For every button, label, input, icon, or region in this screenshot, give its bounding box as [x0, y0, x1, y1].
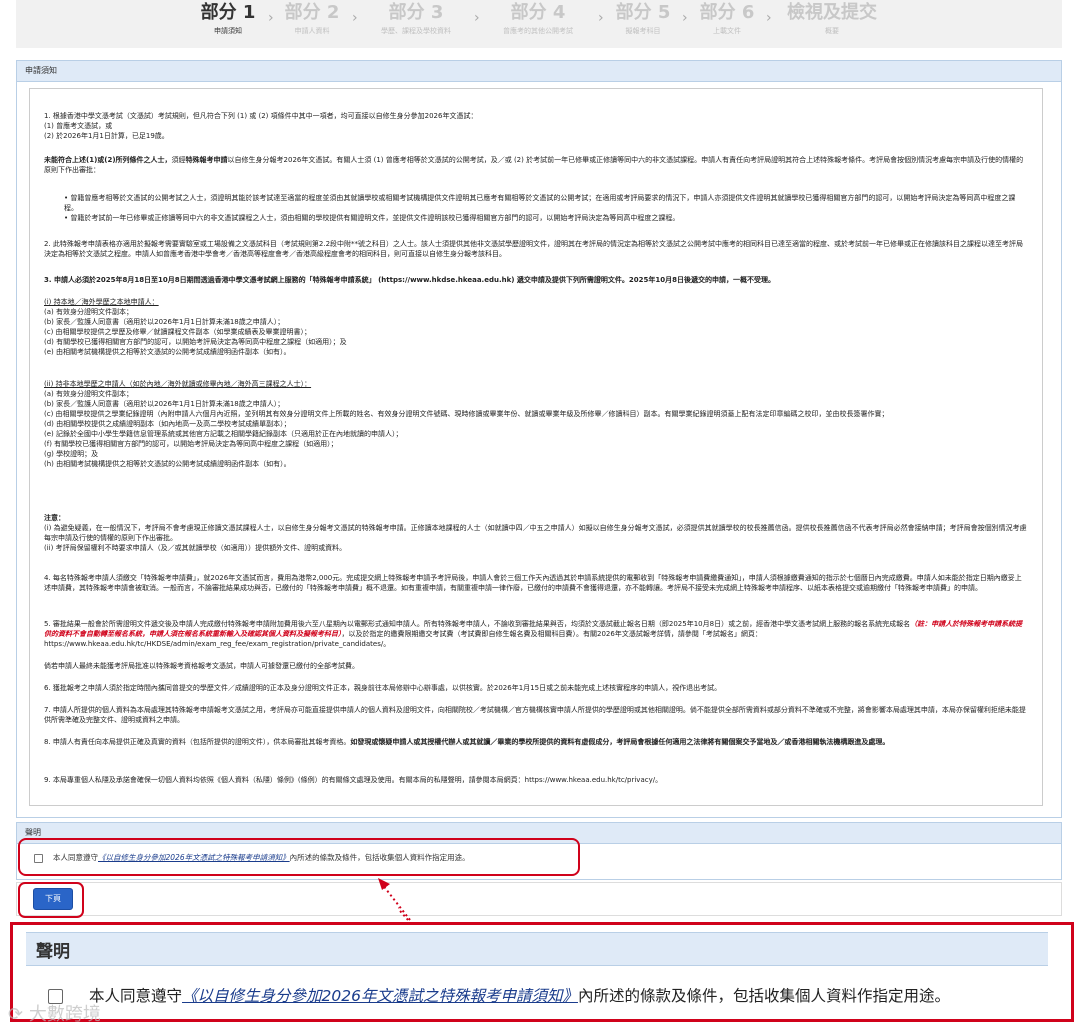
notice-text: (i) 為避免疑義，在一般情況下，考評局不會考慮現正修讀文憑試課程人士，以自修生…	[44, 524, 1027, 542]
zoom-header: 聲明	[36, 942, 70, 962]
chevron-right-icon: ›	[598, 10, 604, 26]
step-subtitle: 上載文件	[713, 27, 741, 35]
step-review[interactable]: 檢視及提交 概要	[782, 2, 882, 36]
notice-content: 1. 根據香港中學文憑考試（文憑試）考試規則，但凡符合下列 (1) 或 (2) …	[29, 88, 1043, 806]
notice-text: 須經	[171, 156, 186, 164]
next-page-button[interactable]: 下頁	[33, 888, 73, 910]
chevron-right-icon: ›	[352, 10, 358, 26]
notice-text: 9. 本局專重個人私隱及承諾會確保一切個人資料均依照《個人資料（私隱）條例》(條…	[44, 776, 663, 784]
notice-text: (c) 由相關學校提供之學業紀錄證明（內附申請人六個月內近照，並列明其有效身分證…	[44, 410, 889, 418]
notice-text: (g) 學校證明；及	[44, 450, 99, 458]
notice-text: (b) 家長／監護人同意書（適用於以2026年1月1日計算未滿18歲之申請人）；	[44, 400, 285, 408]
notice-item-8: 8. 申請人有責任向本局提供正確及真實的資料（包括所提供的證明文件），供本局審批…	[44, 737, 1028, 747]
notice-item-2: 2. 此特殊報考申請表格亦適用於擬報考需要實驗室或工場設備之文憑試科目（考試規則…	[44, 239, 1028, 259]
watermark-text: 大數跨境	[28, 1004, 101, 1025]
notice-item-3: 3. 申請人必須於2025年8月18日至10月8日期間透過香港中學文憑考試網上服…	[44, 275, 1028, 285]
notice-link[interactable]: 《以自修生身分參加2026年文憑試之特殊報考申請須知》	[98, 853, 290, 862]
notice-text: (h) 由相關考試機構提供之相等於文憑試的公開考試成績證明函件副本（如有）。	[44, 460, 291, 468]
notice-text: (d) 有關學校已獲得相關官方部門的認可，以開始考評局決定為等同高中程度之課程（…	[44, 338, 347, 346]
notice-item-eligibility: 未能符合上述(1)或(2)所列條件之人士，須經特殊報考申請以自修生身分報考202…	[44, 155, 1028, 175]
step-title: 部分 1	[200, 2, 256, 23]
agree-checkbox[interactable]	[34, 853, 43, 863]
notice-text: (d) 由相關學校提供之成績證明副本（如內地高一及高二學校考試成績單副本）；	[44, 420, 291, 428]
zoom-header-bar	[26, 932, 1048, 966]
zoom-prefix: 本人同意遵守	[89, 987, 183, 1005]
step-3[interactable]: 部分 3 學歷、課程及學校資料	[366, 2, 466, 36]
notice-text: 1. 根據香港中學文憑考試（文憑試）考試規則，但凡符合下列 (1) 或 (2) …	[44, 112, 478, 120]
notice-text: 4. 每名特殊報考申請人須繳交「特殊報考申請費」，就2026年文憑試而言，費用為…	[44, 574, 1022, 592]
notice-text: (a) 有效身分證明文件副本；	[44, 390, 133, 398]
notice-item-6: 6. 獲批報考之申請人須於指定時間內攜同曾提交的學歷文件／成績證明的正本及身分證…	[44, 683, 1028, 693]
step-title: 部分 6	[699, 2, 755, 23]
notice-text: (e) 記錄於全國中小學生學籍信息管理系統或其他官方記載之相關學籍紀錄副本（只適…	[44, 430, 403, 438]
notice-text: 8. 申請人有責任向本局提供正確及真實的資料（包括所提供的證明文件），供本局審批…	[44, 738, 351, 746]
step-6[interactable]: 部分 6 上載文件	[696, 2, 758, 36]
watermark: ⟳ 大數跨境	[8, 1000, 101, 1026]
notice-bold: 特殊報考申請	[185, 156, 228, 164]
notice-text: 倘若申請人最終未能獲考評局批准以特殊報考資格報考文憑試，申請人可據發還已繳付的全…	[44, 662, 359, 670]
notice-text: 5. 審批結果一般會於所需證明文件遞交後及申請人完成繳付特殊報考申請附加費用後六…	[44, 620, 911, 628]
notice-item-9: 9. 本局專重個人私隱及承諾會確保一切個人資料均依照《個人資料（私隱）條例》(條…	[44, 775, 1028, 785]
zoom-notice-link[interactable]: 《以自修生身分參加2026年文憑試之特殊報考申請須知》	[182, 987, 578, 1005]
notice-text: (c) 由相關學校提供之學歷及修畢／就讀課程文件副本（如學業成績表及畢業證明書）…	[44, 328, 312, 336]
step-subtitle: 擬報考科目	[625, 27, 661, 35]
chevron-right-icon: ›	[474, 10, 480, 26]
button-bar	[16, 882, 1062, 916]
step-title: 部分 3	[388, 2, 444, 23]
declaration-prefix: 本人同意遵守	[53, 853, 98, 862]
notice-header: 申請須知	[17, 61, 1061, 82]
notice-item-7: 7. 申請人所提供的個人資料為本局處理其特殊報考申請報考文憑試之用，考評局亦可能…	[44, 705, 1028, 725]
notice-text: (a) 有效身分證明文件副本；	[44, 308, 133, 316]
notice-text: (1) 曾應考文憑試，或	[44, 122, 113, 130]
chevron-right-icon: ›	[268, 10, 274, 26]
notice-subtitle: (ii) 持非本地學歷之申請人（如於內地／海外就讀或修畢內地／海外高三課程之人士…	[44, 380, 312, 388]
notice-text: (ii) 考評局保留權利不時要求申請人（及／或其就讀學校（如適用））提供額外文件…	[44, 544, 347, 552]
notice-group-nonlocal: (ii) 持非本地學歷之申請人（如於內地／海外就讀或修畢內地／海外高三課程之人士…	[44, 379, 1028, 469]
step-5[interactable]: 部分 5 擬報考科目	[612, 2, 674, 36]
zoom-suffix: 內所述的條款及條件，包括收集個人資料作指定用途。	[577, 987, 950, 1005]
notice-item-1: 1. 根據香港中學文憑考試（文憑試）考試規則，但凡符合下列 (1) 或 (2) …	[44, 111, 1028, 141]
notice-text: 2. 此特殊報考申請表格亦適用於擬報考需要實驗室或工場設備之文憑試科目（考試規則…	[44, 240, 1024, 258]
notice-subtitle: (i) 持本地／海外學歷之本地申請人：	[44, 298, 159, 306]
declaration-line: 本人同意遵守《以自修生身分參加2026年文憑試之特殊報考申請須知》內所述的條款及…	[34, 852, 470, 863]
notice-refund: 倘若申請人最終未能獲考評局批准以特殊報考資格報考文憑試，申請人可據發還已繳付的全…	[44, 661, 1028, 671]
notice-item-4: 4. 每名特殊報考申請人須繳交「特殊報考申請費」，就2026年文憑試而言，費用為…	[44, 573, 1028, 593]
notice-group-local: (i) 持本地／海外學歷之本地申請人： (a) 有效身分證明文件副本； (b) …	[44, 297, 1028, 357]
step-subtitle: 申請須知	[214, 27, 242, 35]
chevron-right-icon: ›	[766, 10, 772, 26]
arrow-annotation-icon	[378, 878, 411, 921]
notice-text: 3. 申請人必須於2025年8月18日至10月8日期間透過香港中學文憑考試網上服…	[44, 276, 775, 284]
notice-note: 注意： (i) 為避免疑義，在一般情況下，考評局不會考慮現正修讀文憑試課程人士，…	[44, 513, 1028, 553]
watermark-logo-icon: ⟳	[8, 1004, 24, 1025]
step-title: 部分 5	[615, 2, 671, 23]
notice-text: 6. 獲批報考之申請人須於指定時間內攜同曾提交的學歷文件／成績證明的正本及身分證…	[44, 684, 722, 692]
notice-bullets: • 曾籍曾應考相等於文憑試的公開考試之人士，須證明其能於該考試達至適當的程度並須…	[64, 193, 1028, 223]
step-4[interactable]: 部分 4 曾應考的其他公開考試	[490, 2, 586, 36]
step-1[interactable]: 部分 1 申請須知	[196, 2, 260, 36]
zoom-declaration-line: 本人同意遵守《以自修生身分參加2026年文憑試之特殊報考申請須知》內所述的條款及…	[48, 984, 950, 1006]
notice-text: (b) 家長／監護人同意書（適用於以2026年1月1日計算未滿18歲之申請人）；	[44, 318, 285, 326]
notice-text: • 曾籍曾應考相等於文憑試的公開考試之人士，須證明其能於該考試達至適當的程度並須…	[64, 194, 1016, 212]
step-subtitle: 學歷、課程及學校資料	[381, 27, 451, 35]
step-2[interactable]: 部分 2 申請人資料	[282, 2, 342, 36]
notice-text: (f) 有關學校已獲得相關官方部門的認可，以開始考評局決定為等同高中程度之課程（…	[44, 440, 338, 448]
chevron-right-icon: ›	[682, 10, 688, 26]
notice-text: (e) 由相關考試機構提供之相等於文憑試的公開考試成績證明函件副本（如有）。	[44, 348, 291, 356]
notice-text: (2) 於2026年1月1日計算，已足19歲。	[44, 132, 169, 140]
declaration-suffix: 內所述的條款及條件，包括收集個人資料作指定用途。	[289, 853, 470, 862]
step-title: 部分 2	[284, 2, 340, 23]
notice-bold: 未能符合上述(1)或(2)所列條件之人士，	[44, 156, 172, 164]
step-title: 部分 4	[510, 2, 566, 23]
step-subtitle: 概要	[825, 27, 839, 35]
notice-text: • 曾籍於考試前一年已修畢或正修讀等同中六的非文憑試課程之人士，須由相關的學校提…	[64, 214, 680, 222]
step-subtitle: 曾應考的其他公開考試	[503, 27, 573, 35]
notice-text: 7. 申請人所提供的個人資料為本局處理其特殊報考申請報考文憑試之用，考評局亦可能…	[44, 706, 1026, 724]
step-title: 檢視及提交	[787, 2, 877, 23]
notice-bold: 如發現或懷疑申請人或其授權代辦人或其就讀／畢業的學校所提供的資料有虛假成分，考評…	[350, 738, 890, 746]
notice-item-5: 5. 審批結果一般會於所需證明文件遞交後及申請人完成繳付特殊報考申請附加費用後六…	[44, 619, 1028, 649]
step-subtitle: 申請人資料	[294, 27, 330, 35]
notice-subtitle: 注意：	[44, 514, 65, 522]
